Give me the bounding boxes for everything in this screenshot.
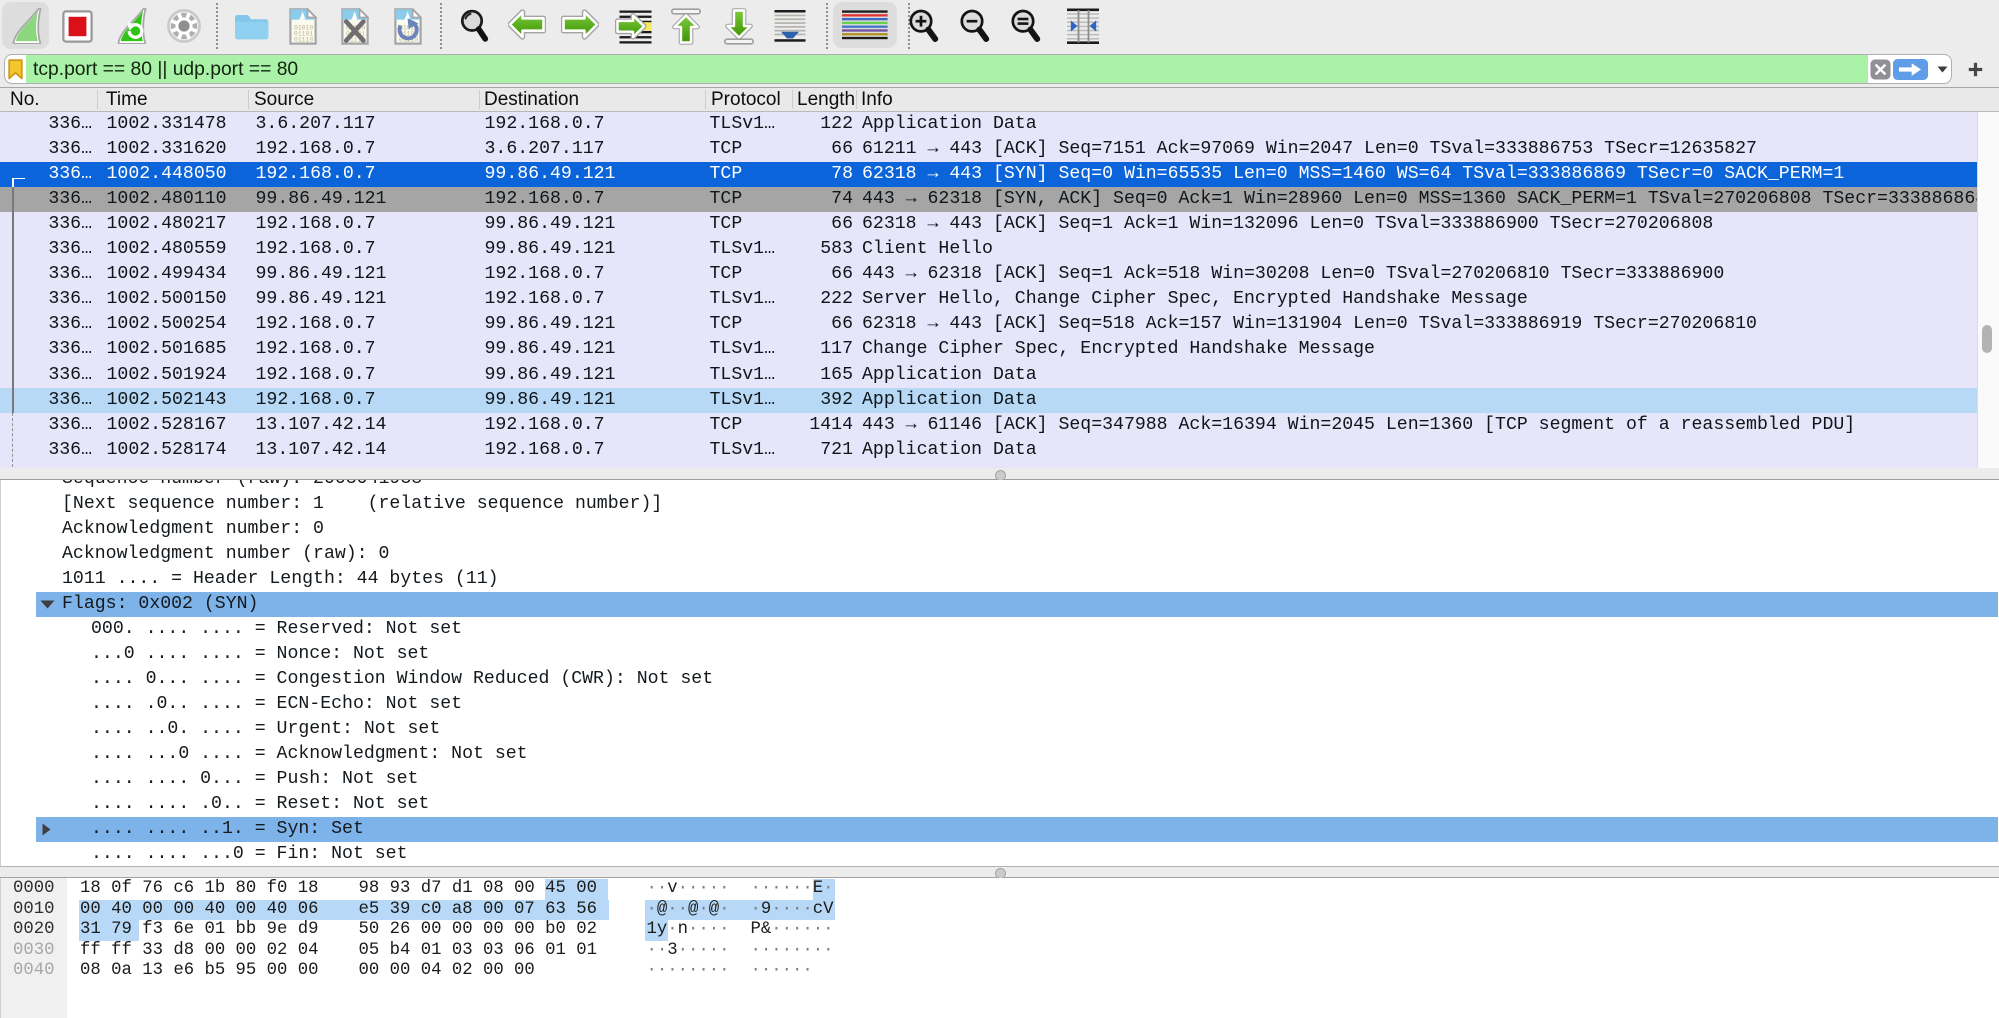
svg-text:01110: 01110	[294, 37, 313, 44]
